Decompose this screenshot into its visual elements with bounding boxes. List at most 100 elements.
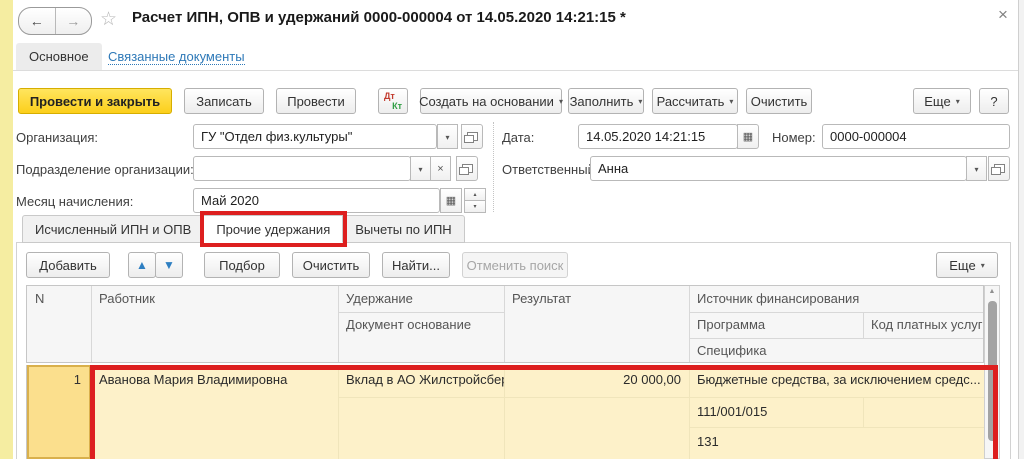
deduction-cell[interactable]: Вклад в АО Жилстройсбербанк bbox=[338, 365, 504, 397]
save-button[interactable]: Записать bbox=[184, 88, 264, 114]
tab-calculated-ipn-opv[interactable]: Исчисленный ИПН и ОПВ bbox=[22, 215, 205, 243]
accrual-month-input[interactable]: Май 2020 bbox=[193, 188, 440, 213]
col-header-n[interactable]: N bbox=[35, 291, 44, 306]
cell-divider bbox=[863, 397, 864, 427]
help-button[interactable]: ? bbox=[979, 88, 1009, 114]
cell-divider bbox=[338, 397, 985, 398]
organization-label: Организация: bbox=[16, 130, 99, 145]
responsible-open-button[interactable] bbox=[988, 156, 1010, 181]
post-and-close-label: Провести и закрыть bbox=[29, 93, 161, 109]
table-row[interactable]: 1 Аванова Мария Владимировна Вклад в АО … bbox=[26, 365, 985, 459]
chevron-down-icon: ▾ bbox=[418, 164, 423, 174]
responsible-value: Анна bbox=[598, 161, 629, 176]
row-divider bbox=[689, 312, 983, 313]
program-cell[interactable]: 111/001/015 bbox=[689, 397, 863, 427]
favorites-star-icon[interactable]: ☆ bbox=[100, 8, 117, 31]
tab-main-section[interactable]: Основное bbox=[16, 43, 102, 71]
col-header-deduction[interactable]: Удержание bbox=[346, 291, 413, 306]
employee-cell[interactable]: Аванова Мария Владимировна bbox=[91, 365, 338, 459]
column-divider bbox=[91, 286, 92, 362]
grid-clear-label: Очистить bbox=[302, 257, 360, 273]
find-button[interactable]: Найти... bbox=[382, 252, 450, 278]
organization-input[interactable]: ГУ "Отдел физ.культуры" bbox=[193, 124, 437, 149]
move-up-button[interactable]: ▲ bbox=[128, 252, 156, 278]
row-number-cell[interactable]: 1 bbox=[27, 365, 91, 459]
dt-kt-postings-button[interactable]: Дт Кт bbox=[378, 88, 408, 114]
col-header-specifics[interactable]: Специфика bbox=[697, 343, 767, 358]
base-document-cell[interactable] bbox=[338, 397, 504, 459]
arrow-up-icon: ▲ bbox=[136, 258, 148, 272]
department-clear-button[interactable]: × bbox=[430, 156, 451, 181]
col-header-result[interactable]: Результат bbox=[512, 291, 571, 306]
move-down-button[interactable]: ▼ bbox=[155, 252, 183, 278]
paid-services-code-cell[interactable] bbox=[863, 397, 985, 427]
col-header-employee[interactable]: Работник bbox=[99, 291, 155, 306]
col-header-program[interactable]: Программа bbox=[697, 317, 765, 332]
date-value: 14.05.2020 14:21:15 bbox=[586, 129, 706, 144]
page-tabs: Исчисленный ИПН и ОПВ Прочие удержания В… bbox=[22, 211, 465, 247]
cancel-search-button[interactable]: Отменить поиск bbox=[462, 252, 568, 278]
calculate-button[interactable]: Рассчитать ▾ bbox=[652, 88, 738, 114]
add-row-button[interactable]: Добавить bbox=[26, 252, 110, 278]
number-input[interactable]: 0000-000004 bbox=[822, 124, 1010, 149]
column-divider bbox=[504, 286, 505, 362]
date-label: Дата: bbox=[502, 130, 535, 145]
add-label: Добавить bbox=[39, 257, 97, 273]
grid-more-label: Еще bbox=[949, 257, 976, 273]
col-header-funding-source[interactable]: Источник финансирования bbox=[697, 291, 859, 306]
forward-button[interactable]: → bbox=[54, 8, 92, 34]
scrollbar-up-icon[interactable]: ▲ bbox=[984, 288, 1000, 295]
post-and-close-button[interactable]: Провести и закрыть bbox=[18, 88, 172, 114]
date-calendar-button[interactable]: ▦ bbox=[737, 124, 759, 149]
calendar-icon: ▦ bbox=[445, 195, 457, 207]
department-label: Подразделение организации: bbox=[16, 162, 194, 177]
calculate-label: Рассчитать bbox=[656, 93, 725, 109]
accrual-month-calendar-button[interactable]: ▦ bbox=[440, 188, 462, 213]
grid-clear-button[interactable]: Очистить bbox=[292, 252, 370, 278]
cell-divider bbox=[338, 365, 339, 459]
linked-documents-link[interactable]: Связанные документы bbox=[108, 49, 245, 65]
column-divider bbox=[863, 312, 864, 338]
close-icon[interactable]: × bbox=[998, 5, 1008, 25]
chevron-down-icon: ▾ bbox=[955, 97, 960, 106]
date-input[interactable]: 14.05.2020 14:21:15 bbox=[578, 124, 738, 149]
organization-dropdown-button[interactable]: ▾ bbox=[437, 124, 458, 149]
back-button[interactable]: ← bbox=[19, 8, 55, 34]
col-header-base-document[interactable]: Документ основание bbox=[346, 317, 471, 332]
number-value: 0000-000004 bbox=[830, 129, 907, 144]
accrual-month-spin-down[interactable]: ▾ bbox=[464, 200, 486, 213]
header-divider bbox=[13, 70, 1018, 71]
pick-button[interactable]: Подбор bbox=[204, 252, 280, 278]
funding-source-cell[interactable]: Бюджетные средства, за исключением средс… bbox=[689, 365, 985, 397]
responsible-dropdown-button[interactable]: ▾ bbox=[966, 156, 987, 181]
clear-button[interactable]: Очистить bbox=[746, 88, 812, 114]
responsible-input[interactable]: Анна bbox=[590, 156, 967, 181]
department-dropdown-button[interactable]: ▾ bbox=[410, 156, 431, 181]
table-header: N Работник Удержание Документ основание … bbox=[26, 285, 984, 363]
grid-more-button[interactable]: Еще ▾ bbox=[936, 252, 998, 278]
specifics-cell[interactable]: 131 bbox=[689, 427, 985, 459]
result-cell[interactable]: 20 000,00 bbox=[504, 365, 689, 397]
more-button[interactable]: Еще ▾ bbox=[913, 88, 971, 114]
organization-open-button[interactable] bbox=[461, 124, 483, 149]
spin-down-icon: ▾ bbox=[473, 204, 477, 210]
create-on-basis-button[interactable]: Создать на основании ▾ bbox=[419, 88, 563, 114]
tab-other-deductions[interactable]: Прочие удержания bbox=[200, 211, 348, 247]
post-button[interactable]: Провести bbox=[276, 88, 356, 114]
fill-button[interactable]: Заполнить ▾ bbox=[568, 88, 644, 114]
clear-x-icon: × bbox=[437, 162, 444, 175]
history-nav: ← → bbox=[18, 7, 92, 35]
tab-ipn-deductions[interactable]: Вычеты по ИПН bbox=[343, 215, 465, 243]
organization-value: ГУ "Отдел физ.культуры" bbox=[201, 129, 353, 144]
clear-label: Очистить bbox=[750, 93, 808, 109]
document-form-window: ← → ☆ Расчет ИПН, ОПВ и удержаний 0000-0… bbox=[0, 0, 1024, 459]
scrollbar-thumb[interactable] bbox=[988, 301, 997, 441]
department-input[interactable] bbox=[193, 156, 411, 181]
column-divider bbox=[338, 286, 339, 362]
department-open-button[interactable] bbox=[456, 156, 478, 181]
more-label: Еще bbox=[924, 93, 951, 109]
row-divider bbox=[338, 312, 505, 313]
post-label: Провести bbox=[287, 93, 345, 109]
col-header-paid-services-code[interactable]: Код платных услуг bbox=[871, 317, 983, 332]
form-column-separator bbox=[493, 122, 494, 212]
